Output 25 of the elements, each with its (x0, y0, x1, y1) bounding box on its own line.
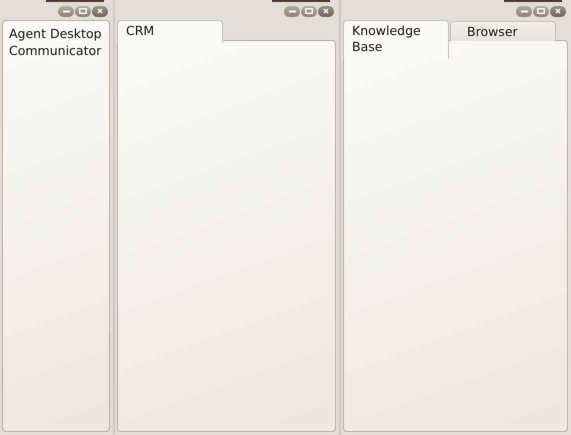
minimize-icon (288, 10, 296, 12)
panel-title: Agent Desktop Communicator (9, 25, 103, 59)
maximize-button[interactable] (301, 6, 317, 16)
maximize-icon (305, 8, 313, 14)
close-icon (97, 8, 103, 14)
maximize-icon (537, 8, 545, 14)
minimize-button[interactable] (58, 6, 74, 16)
maximize-button[interactable] (75, 6, 91, 16)
close-icon (555, 8, 561, 14)
minimize-button[interactable] (516, 6, 532, 16)
tab[interactable]: Browser (450, 21, 556, 41)
tab[interactable]: Knowledge Base (343, 20, 449, 59)
close-icon (323, 8, 329, 14)
close-button[interactable] (92, 6, 108, 16)
tab[interactable]: CRM (117, 20, 223, 43)
close-button[interactable] (318, 6, 334, 16)
minimize-button[interactable] (284, 6, 300, 16)
close-button[interactable] (550, 6, 566, 16)
title-bar-accent (504, 0, 562, 2)
title-bar-accent (46, 0, 104, 2)
minimize-icon (62, 10, 70, 12)
title-bar-accent (272, 0, 330, 2)
maximize-button[interactable] (533, 6, 549, 16)
maximize-icon (79, 8, 87, 14)
minimize-icon (520, 10, 528, 12)
